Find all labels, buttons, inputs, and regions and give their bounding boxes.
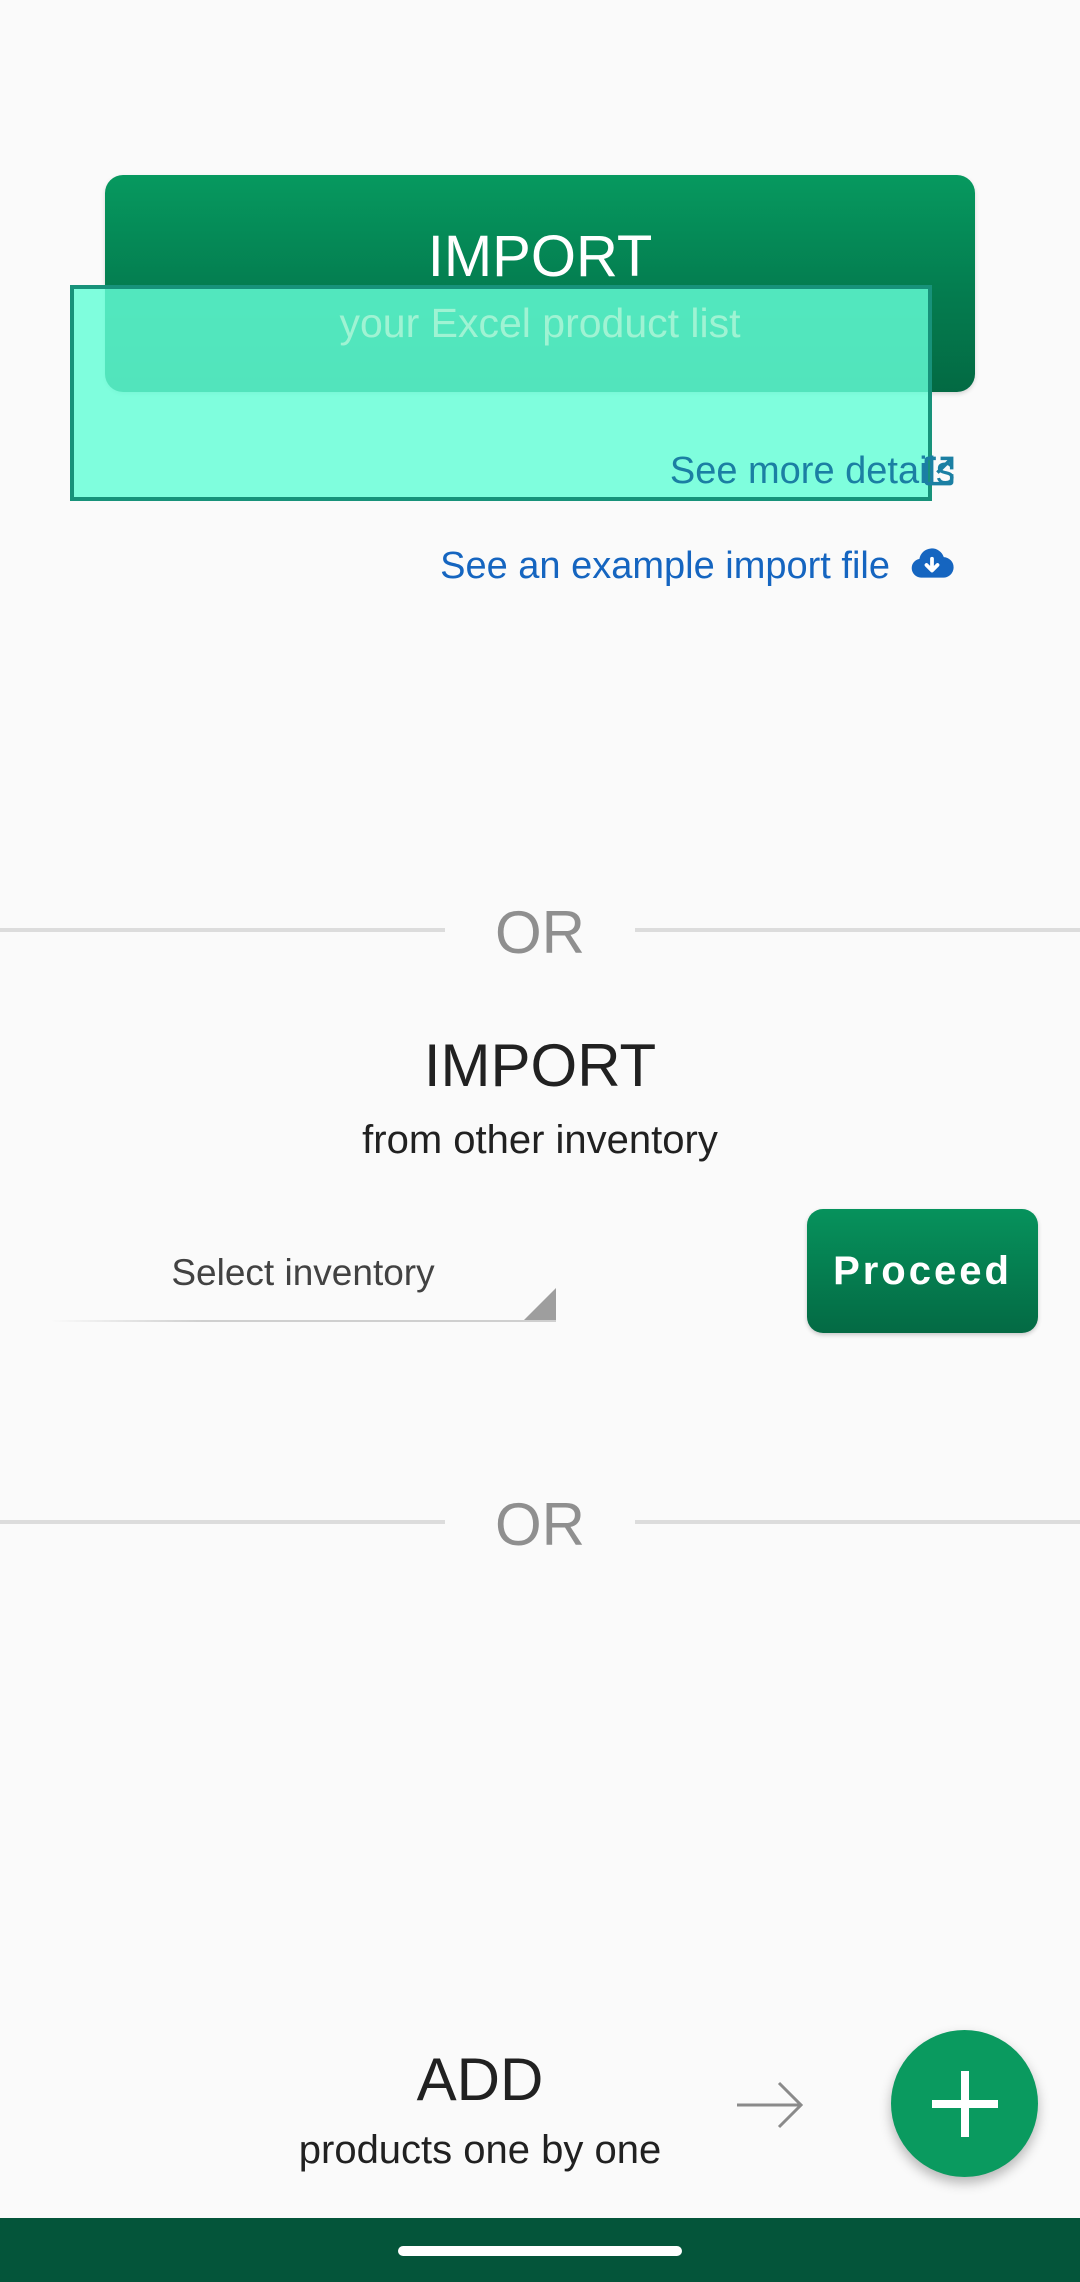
inventory-select-underline xyxy=(50,1320,556,1322)
import-inventory-title: IMPORT xyxy=(423,1032,657,1099)
arrow-right-icon xyxy=(737,2081,804,2129)
plus-icon xyxy=(931,2070,998,2137)
see-more-details-link[interactable]: See more details xyxy=(670,448,955,494)
external-link-icon[interactable] xyxy=(920,452,958,490)
cloud-download-icon[interactable] xyxy=(910,546,954,584)
inventory-select[interactable]: Select inventory xyxy=(50,1230,556,1322)
divider-line-left xyxy=(0,928,445,932)
or-divider-label: OR xyxy=(495,899,585,966)
dropdown-triangle-icon xyxy=(524,1288,556,1320)
example-import-file-link[interactable]: See an example import file xyxy=(440,543,890,589)
import-inventory-subtitle: from other inventory xyxy=(362,1118,718,1162)
divider-line-right xyxy=(635,1520,1080,1524)
add-products-title: ADD xyxy=(416,2046,544,2113)
divider-line-right xyxy=(635,928,1080,932)
divider-line-left xyxy=(0,1520,445,1524)
or-divider-label: OR xyxy=(495,1491,585,1558)
add-product-fab[interactable] xyxy=(891,2030,1038,2177)
home-gesture-handle[interactable] xyxy=(398,2246,682,2256)
inventory-select-value: Select inventory xyxy=(171,1252,435,1293)
import-excel-subtitle: your Excel product list xyxy=(339,300,741,346)
proceed-button[interactable]: Proceed xyxy=(807,1209,1038,1333)
import-excel-title: IMPORT xyxy=(427,224,653,289)
add-products-subtitle: products one by one xyxy=(298,2128,662,2172)
